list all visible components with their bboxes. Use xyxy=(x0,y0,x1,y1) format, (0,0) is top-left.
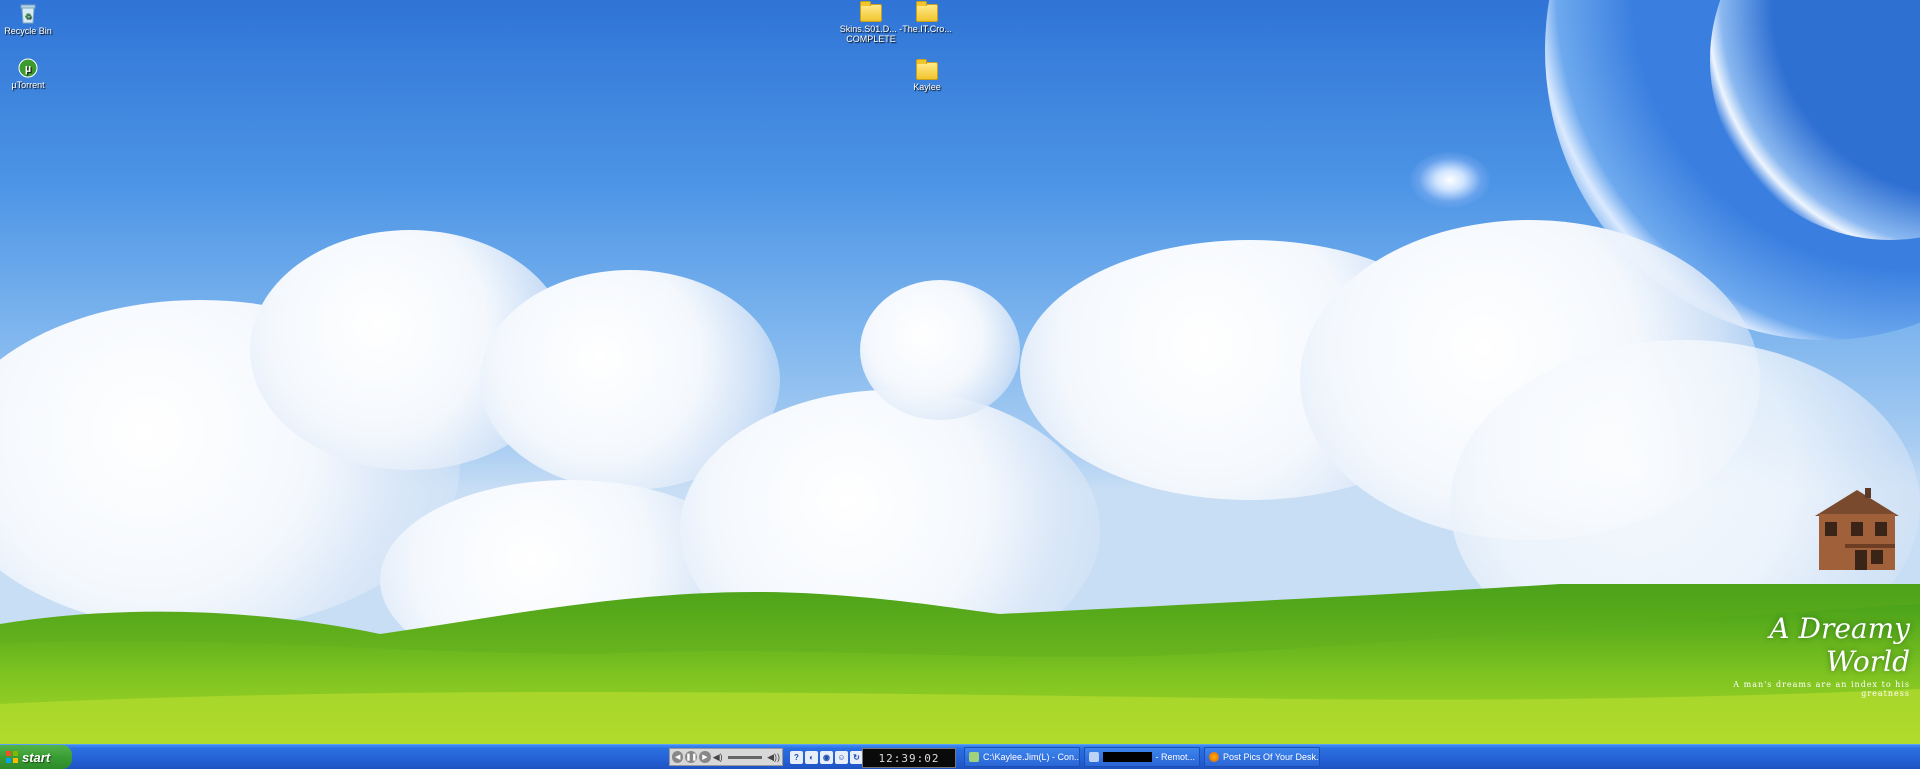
task-firefox[interactable]: Post Pics Of Your Desk... xyxy=(1204,747,1320,767)
svg-text:µ: µ xyxy=(25,63,31,75)
next-icon[interactable]: ▶ xyxy=(699,751,711,763)
task-remote-desktop[interactable]: - Remot... xyxy=(1084,747,1200,767)
task-label: Post Pics Of Your Desk... xyxy=(1223,752,1320,762)
windows-logo-icon xyxy=(6,751,18,763)
utorrent-icon: µ xyxy=(18,58,38,78)
remote-desktop-icon xyxy=(1089,752,1099,762)
desktop-icon-label: The.IT.Cro... xyxy=(902,24,952,34)
recycle-bin-icon: ♻ xyxy=(20,4,36,24)
svg-text:♻: ♻ xyxy=(24,12,31,21)
task-console[interactable]: C:\Kaylee.Jim(L) - Con... xyxy=(964,747,1080,767)
desktop-icon-folder-kaylee[interactable]: Kaylee xyxy=(892,59,962,92)
galaxy-graphic xyxy=(1410,152,1490,208)
volume-up-icon[interactable]: ◀)) xyxy=(767,752,780,763)
taskbar: start ◀ ❚❚ ▶ ◀) ◀)) ? ◐ ◉ ☺ ↻ 12:39:02 C… xyxy=(0,744,1920,769)
messenger-icon[interactable]: ☺ xyxy=(835,750,848,764)
start-label: start xyxy=(22,749,51,765)
firefox-icon xyxy=(1209,752,1219,762)
cloud xyxy=(860,280,1020,420)
desktop-icon-utorrent[interactable]: µ µTorrent xyxy=(0,58,63,90)
desktop-icon-label: Recycle Bin xyxy=(4,26,52,36)
folder-icon xyxy=(916,1,938,22)
wallpaper-caption: A Dreamy World A man's dreams are an ind… xyxy=(1700,612,1910,698)
desktop-icon-label: µTorrent xyxy=(11,80,45,90)
redacted-text xyxy=(1103,752,1153,762)
help-icon[interactable]: ? xyxy=(790,750,803,764)
previous-icon[interactable]: ◀ xyxy=(672,751,684,763)
volume-icon[interactable]: ◀) xyxy=(713,752,723,763)
desktop-icon-recycle-bin[interactable]: ♻ Recycle Bin xyxy=(0,2,63,36)
volume-slider[interactable] xyxy=(727,755,763,759)
clock: 12:39:02 xyxy=(862,748,956,768)
start-button[interactable]: start xyxy=(0,745,72,769)
task-label: - Remot... xyxy=(1155,752,1195,762)
folder-icon xyxy=(860,1,882,22)
media-controls: ◀ ❚❚ ▶ ◀) ◀)) xyxy=(669,748,783,766)
grass-hills xyxy=(0,584,1920,744)
back-icon[interactable]: ◐ xyxy=(805,750,818,764)
desktop-icon-label: Kaylee xyxy=(913,82,941,92)
pause-icon[interactable]: ❚❚ xyxy=(685,751,698,763)
globe-icon[interactable]: ◉ xyxy=(820,750,833,764)
console-icon xyxy=(969,752,979,762)
desktop-icon-folder-itcrowd[interactable]: The.IT.Cro... xyxy=(892,1,962,34)
desktop: A Dreamy World A man's dreams are an ind… xyxy=(0,0,1920,744)
house-graphic xyxy=(1815,488,1899,570)
task-label: C:\Kaylee.Jim(L) - Con... xyxy=(983,752,1080,762)
folder-icon xyxy=(916,59,938,80)
quick-launch: ? ◐ ◉ ☺ ↻ xyxy=(790,748,863,766)
wallpaper-subtitle: A man's dreams are an index to his great… xyxy=(1733,680,1910,698)
wallpaper-title: A Dreamy World xyxy=(1769,612,1910,678)
